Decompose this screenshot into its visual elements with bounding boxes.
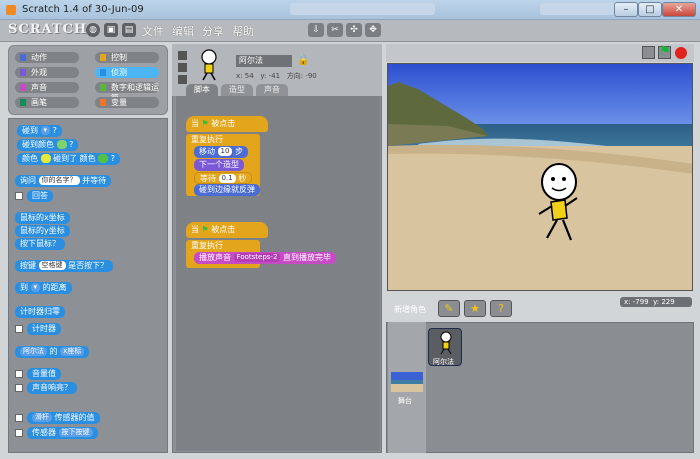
block-play-sound-until-done[interactable]: 播放声音 Footsteps-2 直到播放完毕 (194, 252, 336, 264)
stage-thumbnail[interactable] (391, 372, 423, 392)
block-bounce[interactable]: 碰到边缘就反弹 (194, 184, 260, 196)
menu-file[interactable]: 文件 (142, 23, 164, 39)
checkbox-sensor-value[interactable] (15, 414, 23, 422)
stage[interactable] (387, 63, 693, 291)
sprite-list-name: 阿尔法 (433, 358, 454, 366)
flip-style-icon[interactable] (178, 63, 187, 72)
shrink-tool-icon[interactable]: ✥ (365, 23, 381, 37)
delete-tool-icon[interactable]: ✂ (327, 23, 343, 37)
script-area[interactable]: 当 ⚑ 被点击 重复执行 移动 10 步 下一个造型 等待 0.1 秒 碰到边缘… (176, 96, 380, 451)
stage-thumb-label: 舞台 (398, 397, 412, 405)
block-color-touching-color[interactable]: 颜色 碰到了 颜色 ? (17, 153, 120, 165)
scratch-window: Scratch 1.4 of 30-Jun-09 – □ ✕ SCRATCH ◍… (0, 0, 700, 459)
block-reset-timer[interactable]: 计时器归零 (15, 306, 65, 318)
globe-icon[interactable]: ◍ (86, 23, 100, 37)
block-next-costume[interactable]: 下一个造型 (194, 159, 244, 171)
category-control[interactable]: 控制 (95, 52, 159, 63)
menu-edit[interactable]: 编辑 (172, 23, 194, 39)
green-flag-icon: ⚑ (201, 119, 209, 128)
new-sprite-label: 新增角色 (394, 305, 426, 314)
share-icon[interactable]: ▤ (122, 23, 136, 37)
category-looks[interactable]: 外观 (15, 67, 79, 78)
no-rotate-icon[interactable] (178, 75, 187, 84)
sprite-list-thumb (440, 331, 452, 355)
grow-tool-icon[interactable]: ✣ (346, 23, 362, 37)
block-key-pressed[interactable]: 按键 空格键 是否按下？ (15, 260, 114, 272)
category-operators[interactable]: 数字和逻辑运算 (95, 82, 159, 103)
category-motion[interactable]: 动作 (15, 52, 79, 63)
tab-sounds[interactable]: 声音 (256, 84, 288, 96)
category-sound[interactable]: 声音 (15, 82, 79, 93)
choose-sprite-button[interactable]: ★ (464, 300, 486, 317)
stop-sign-icon[interactable] (675, 47, 687, 59)
stage-thumbnail-pane: 舞台 (388, 322, 426, 453)
menu-bar: SCRATCH ◍ ▣ ▤ 文件 编辑 分享 帮助 ⇩ ✂ ✣ ✥ (0, 20, 700, 42)
block-timer[interactable]: 计时器 (27, 323, 61, 335)
duplicate-tool-icon[interactable]: ⇩ (308, 23, 324, 37)
category-variables[interactable]: 变量 (95, 97, 159, 108)
category-sensing[interactable]: 侦测 (95, 67, 159, 78)
sprite-thumbnail (201, 49, 217, 81)
menu-share[interactable]: 分享 (202, 23, 224, 39)
checkbox-timer[interactable] (15, 325, 23, 333)
sprite-list-item[interactable]: 阿尔法 (428, 328, 462, 366)
block-loudness[interactable]: 音量值 (27, 368, 61, 380)
presentation-mode-icon[interactable] (642, 46, 655, 59)
category-pen[interactable]: 画笔 (15, 97, 79, 108)
block-mouse-y[interactable]: 鼠标的y坐标 (15, 225, 70, 237)
block-sensor-pressed[interactable]: 传感器 按下按键 (27, 427, 98, 439)
checkbox-answer[interactable] (15, 192, 23, 200)
tab-costumes[interactable]: 造型 (221, 84, 253, 96)
save-icon[interactable]: ▣ (104, 23, 118, 37)
category-selector: 动作 控制 外观 侦测 声音 数字和逻辑运算 画笔 变量 (8, 45, 168, 115)
sprite-name-field[interactable]: 阿尔法 (236, 55, 292, 67)
block-attribute-of[interactable]: 阿尔法 的 x座标 (15, 346, 90, 358)
close-button[interactable]: ✕ (662, 2, 696, 17)
block-wait[interactable]: 等待 0.1 秒 (194, 172, 253, 184)
block-sensor-value[interactable]: 滑杆 传感器的值 (27, 412, 100, 424)
block-mouse-down[interactable]: 按下鼠标？ (15, 238, 65, 250)
maximize-button[interactable]: □ (638, 2, 662, 17)
block-distance-to[interactable]: 到 ▾ 的距离 (15, 282, 72, 294)
rotate-style-icon[interactable] (178, 51, 187, 60)
block-palette: 碰到 ▾ ? 碰到颜色 ? 颜色 碰到了 颜色 ? 询问 你的名字？ 并等待 回… (8, 118, 168, 453)
green-flag-icon-stage[interactable]: ⚑ (659, 44, 671, 59)
hat-when-flag-clicked[interactable]: 当 ⚑ 被点击 (186, 116, 268, 132)
lock-icon[interactable]: 🔒 (297, 55, 309, 66)
block-mouse-x[interactable]: 鼠标的x坐标 (15, 212, 70, 224)
checkbox-loudness[interactable] (15, 370, 23, 378)
menu-help[interactable]: 帮助 (232, 23, 254, 39)
sprite-alpha[interactable] (533, 162, 585, 244)
blurred-title-area (290, 3, 435, 15)
scratch-app-icon (6, 5, 16, 15)
window-title: Scratch 1.4 of 30-Jun-09 (22, 4, 144, 15)
green-flag-icon-2: ⚑ (201, 225, 209, 234)
block-ask-and-wait[interactable]: 询问 你的名字？ 并等待 (15, 175, 112, 187)
new-sprite-bar: 新增角色 ✎ ★ ? (386, 298, 616, 320)
block-move-steps[interactable]: 移动 10 步 (194, 146, 249, 158)
minimize-button[interactable]: – (614, 2, 638, 17)
mouse-coords-readout: x: -799 y: 229 (620, 297, 692, 307)
tab-scripts[interactable]: 脚本 (186, 84, 218, 96)
block-answer[interactable]: 回答 (27, 190, 53, 202)
block-touching[interactable]: 碰到 ▾ ? (17, 125, 62, 137)
random-sprite-button[interactable]: ? (490, 300, 512, 317)
scratch-logo: SCRATCH (8, 22, 88, 37)
checkbox-sensor-pressed[interactable] (15, 429, 23, 437)
block-loud[interactable]: 声音响亮？ (27, 382, 77, 394)
title-bar: Scratch 1.4 of 30-Jun-09 – □ ✕ (0, 0, 700, 20)
paint-new-sprite-button[interactable]: ✎ (438, 300, 460, 317)
sprite-coords: x: 54 y: -41 方向: -90 (236, 72, 317, 80)
stage-toolbar: ⚑ (386, 44, 694, 62)
checkbox-loud[interactable] (15, 384, 23, 392)
block-touching-color[interactable]: 碰到颜色 ? (17, 139, 79, 151)
hat-when-flag-clicked-2[interactable]: 当 ⚑ 被点击 (186, 222, 268, 238)
